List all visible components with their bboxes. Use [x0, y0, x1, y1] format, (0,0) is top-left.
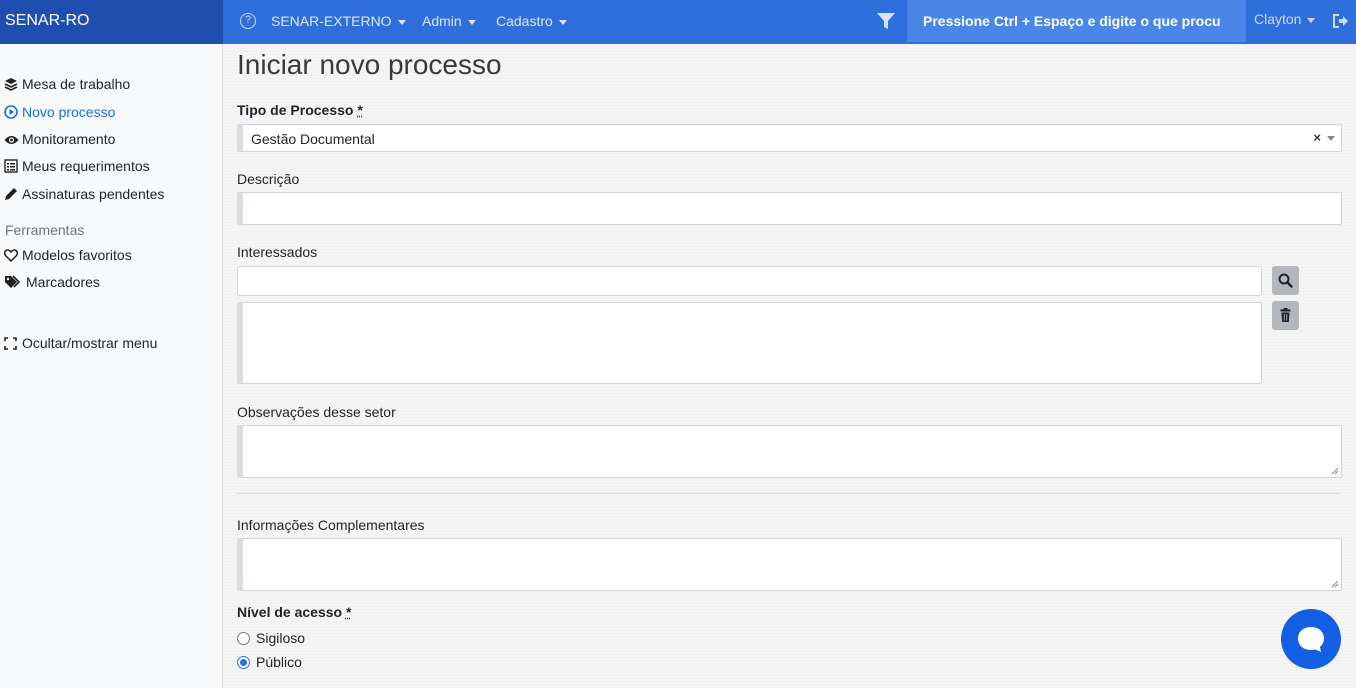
descricao-label: Descrição [237, 171, 300, 187]
nav-admin[interactable]: Admin [422, 13, 476, 29]
top-navbar: SENAR-RO ? SENAR-EXTERNO Admin Cadastro … [0, 0, 1356, 44]
tipo-processo-select[interactable]: Gestão Documental × [237, 124, 1342, 152]
chevron-down-icon [397, 19, 406, 25]
informacoes-label: Informações Complementares [237, 517, 425, 533]
resize-handle-icon [1331, 580, 1339, 588]
sidebar: Mesa de trabalho Novo processo Monitoram… [0, 44, 223, 688]
main-content: Iniciar novo processo Tipo de Processo *… [223, 44, 1356, 688]
toggle-menu-button[interactable]: Ocultar/mostrar menu [4, 335, 157, 353]
sidebar-section-title: Ferramentas [5, 222, 85, 238]
search-button[interactable] [1272, 266, 1299, 295]
selected-value: Gestão Documental [251, 131, 375, 147]
radio-sigiloso[interactable]: Sigiloso [237, 630, 305, 646]
sidebar-item-assinaturas-pendentes[interactable]: Assinaturas pendentes [4, 186, 164, 204]
sidebar-item-meus-requerimentos[interactable]: Meus requerimentos [4, 158, 150, 176]
tipo-processo-label: Tipo de Processo * [237, 102, 363, 118]
sidebar-item-modelos-favoritos[interactable]: Modelos favoritos [3, 247, 132, 265]
sidebar-item-label: Monitoramento [22, 131, 116, 147]
sidebar-item-mesa-de-trabalho[interactable]: Mesa de trabalho [4, 76, 130, 94]
nav-label: Admin [422, 13, 462, 29]
sidebar-item-label: Modelos favoritos [22, 247, 132, 263]
sidebar-item-label: Marcadores [26, 274, 100, 290]
sidebar-item-label: Meus requerimentos [22, 158, 150, 174]
filter-icon[interactable] [876, 11, 896, 34]
layers-icon [4, 77, 20, 94]
sidebar-item-label: Ocultar/mostrar menu [22, 335, 158, 351]
user-name: Clayton [1254, 11, 1302, 27]
interessados-search-input[interactable] [237, 266, 1262, 296]
user-menu[interactable]: Clayton [1254, 11, 1316, 27]
sidebar-item-label: Novo processo [22, 104, 116, 120]
sidebar-item-monitoramento[interactable]: Monitoramento [4, 131, 115, 149]
resize-handle-icon [1331, 467, 1339, 475]
radio-button[interactable] [237, 656, 250, 669]
chevron-down-icon[interactable] [1327, 136, 1335, 141]
chevron-down-icon [558, 19, 567, 25]
sidebar-item-novo-processo[interactable]: Novo processo [4, 104, 115, 122]
nav-senar-externo[interactable]: SENAR-EXTERNO [271, 13, 406, 29]
radio-button[interactable] [237, 632, 250, 645]
trash-icon [1280, 308, 1291, 322]
logout-icon[interactable] [1331, 12, 1349, 33]
interessados-list[interactable] [237, 302, 1262, 384]
chat-button[interactable] [1281, 609, 1341, 669]
list-alt-icon [4, 159, 20, 176]
nivel-acesso-label: Nível de acesso * [237, 604, 351, 620]
radio-label: Público [256, 654, 302, 670]
expand-icon [4, 337, 20, 353]
radio-publico[interactable]: Público [237, 654, 302, 670]
clear-icon[interactable]: × [1313, 130, 1321, 145]
help-icon[interactable]: ? [240, 13, 256, 29]
search-icon [1278, 273, 1293, 288]
label-text: Nível de acesso [237, 604, 343, 620]
nav-cadastro[interactable]: Cadastro [496, 13, 567, 29]
descricao-input[interactable] [237, 192, 1342, 225]
divider [237, 493, 1341, 494]
chevron-down-icon [1307, 17, 1316, 23]
delete-button[interactable] [1272, 301, 1299, 330]
informacoes-textarea[interactable] [237, 538, 1342, 591]
observacoes-textarea[interactable] [237, 425, 1342, 478]
radio-label: Sigiloso [256, 630, 306, 646]
interessados-label: Interessados [237, 244, 318, 260]
nav-label: Cadastro [496, 13, 553, 29]
page-title: Iniciar novo processo [237, 49, 502, 80]
sidebar-item-marcadores[interactable]: Marcadores [4, 274, 100, 292]
chevron-down-icon [467, 19, 476, 25]
nav-label: SENAR-EXTERNO [271, 13, 392, 29]
observacoes-label: Observações desse setor [237, 404, 396, 420]
heart-icon [3, 249, 20, 265]
chat-bubble-icon [1298, 627, 1324, 652]
brand-logo[interactable]: SENAR-RO [0, 0, 223, 44]
global-search-input[interactable]: Pressione Ctrl + Espaço e digite o que p… [907, 0, 1246, 42]
pen-icon [4, 187, 20, 204]
label-text: Tipo de Processo [237, 102, 354, 118]
eye-icon [4, 133, 20, 149]
required-mark: * [357, 102, 363, 118]
required-mark: * [345, 604, 352, 620]
play-circle-icon [4, 105, 20, 122]
tags-icon [4, 275, 24, 292]
sidebar-item-label: Mesa de trabalho [22, 76, 131, 92]
sidebar-item-label: Assinaturas pendentes [22, 186, 165, 202]
